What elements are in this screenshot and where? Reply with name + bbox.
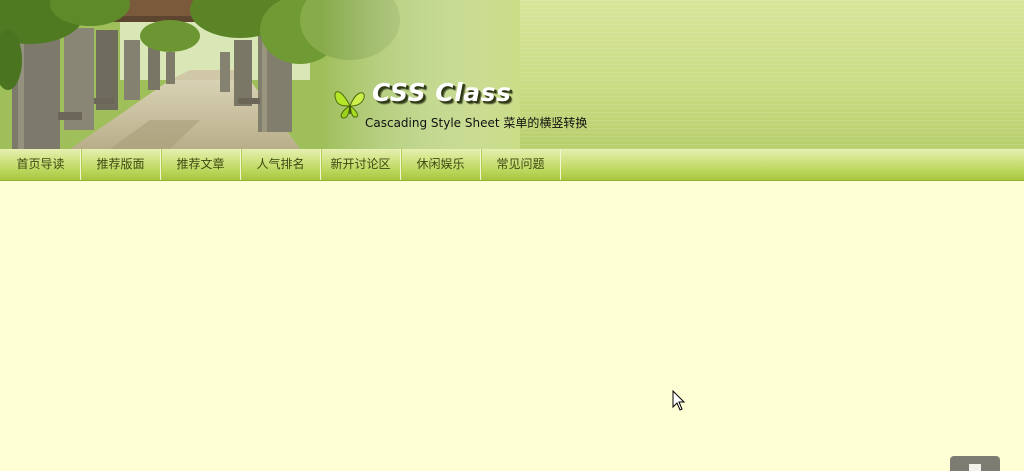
mouse-pointer-icon: [672, 390, 686, 412]
scroll-top-icon: [969, 464, 981, 471]
site-title: CSS Class: [372, 78, 512, 107]
nav-item-recommended-boards[interactable]: 推荐版面: [81, 149, 161, 180]
site-subtitle: Cascading Style Sheet 菜单的横竖转换: [365, 116, 588, 130]
header-banner: CSS Class Cascading Style Sheet 菜单的横竖转换: [0, 0, 1024, 149]
page: CSS Class Cascading Style Sheet 菜单的横竖转换 …: [0, 0, 1024, 471]
main-nav: 首页导读 推荐版面 推荐文章 人气排名 新开讨论区 休闲娱乐 常见问题: [0, 149, 1024, 181]
content-area: [0, 181, 1024, 471]
nav-list: 首页导读 推荐版面 推荐文章 人气排名 新开讨论区 休闲娱乐 常见问题: [0, 149, 1024, 180]
nav-item-faq[interactable]: 常见问题: [481, 149, 561, 180]
nav-item-home-guide[interactable]: 首页导读: [1, 149, 81, 180]
butterfly-icon: [330, 84, 370, 124]
nav-item-new-forums[interactable]: 新开讨论区: [321, 149, 401, 180]
scroll-top-button[interactable]: [950, 456, 1000, 471]
nav-item-recommended-articles[interactable]: 推荐文章: [161, 149, 241, 180]
nav-item-leisure-entertainment[interactable]: 休闲娱乐: [401, 149, 481, 180]
nav-item-popularity-ranking[interactable]: 人气排名: [241, 149, 321, 180]
